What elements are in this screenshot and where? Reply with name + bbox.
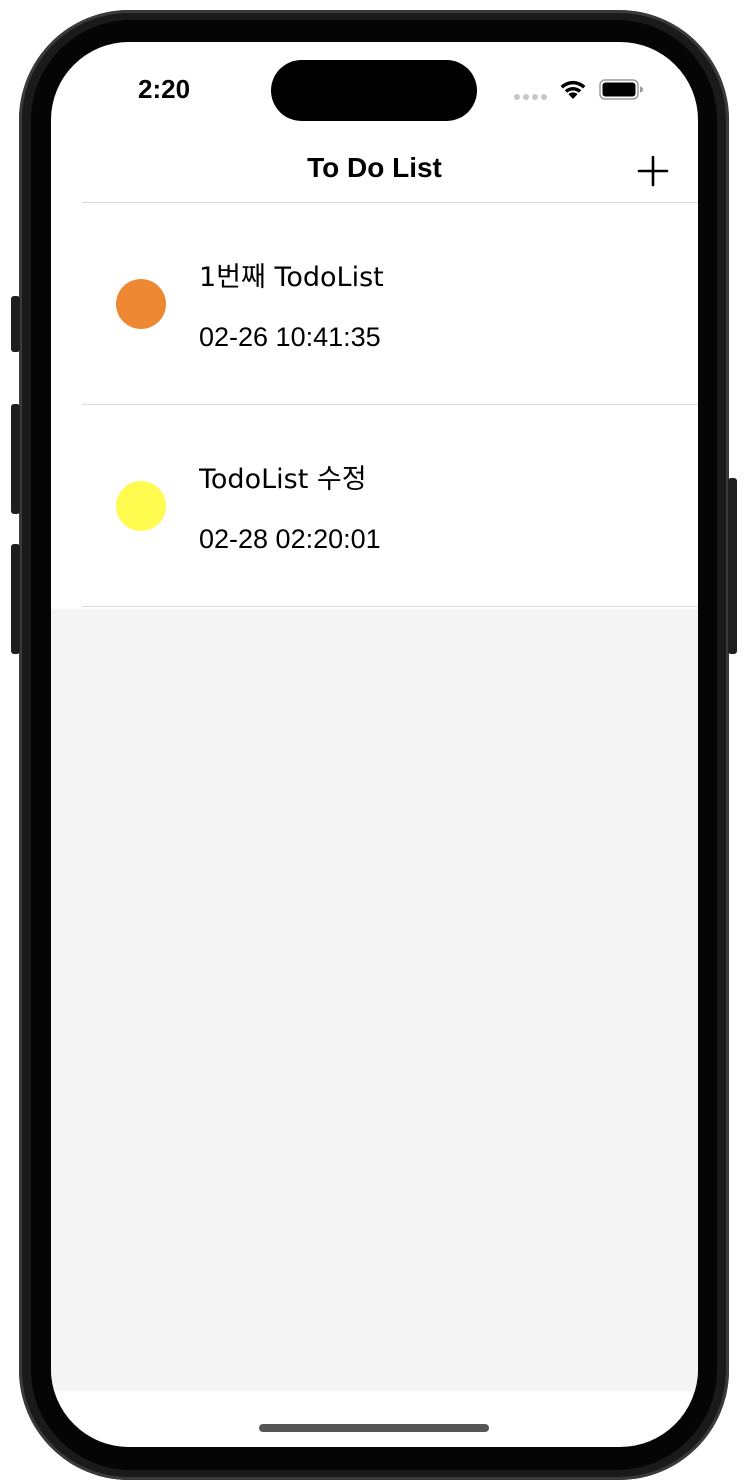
todo-row[interactable]: TodoList 수정 02-28 02:20:01 bbox=[51, 405, 698, 607]
status-time: 2:20 bbox=[138, 74, 191, 104]
app-screen: 2:20 To Do List 1번째 TodoList 02-26 10:41… bbox=[51, 42, 698, 1447]
power-button bbox=[728, 478, 737, 654]
dynamic-island bbox=[271, 60, 477, 121]
page-title: To Do List bbox=[307, 152, 442, 183]
home-indicator[interactable] bbox=[259, 1424, 489, 1432]
navigation-bar: To Do List bbox=[51, 142, 698, 203]
volume-up-button bbox=[11, 404, 20, 514]
add-todo-button[interactable] bbox=[633, 151, 673, 191]
empty-list-area bbox=[51, 609, 698, 1391]
cellular-signal-icon bbox=[514, 94, 548, 102]
battery-icon bbox=[599, 79, 643, 100]
priority-color-dot bbox=[116, 279, 166, 329]
wifi-icon bbox=[560, 80, 586, 99]
row-divider bbox=[82, 606, 698, 607]
todo-list: 1번째 TodoList 02-26 10:41:35 TodoList 수정 … bbox=[51, 203, 698, 607]
action-button bbox=[11, 296, 20, 352]
todo-title: 1번째 TodoList bbox=[199, 262, 384, 293]
todo-title: TodoList 수정 bbox=[199, 464, 367, 495]
todo-date: 02-26 10:41:35 bbox=[199, 322, 381, 352]
todo-row[interactable]: 1번째 TodoList 02-26 10:41:35 bbox=[51, 203, 698, 405]
volume-down-button bbox=[11, 544, 20, 654]
priority-color-dot bbox=[116, 481, 166, 531]
plus-icon bbox=[637, 155, 669, 187]
status-bar: 2:20 bbox=[51, 42, 698, 142]
todo-date: 02-28 02:20:01 bbox=[199, 524, 381, 554]
